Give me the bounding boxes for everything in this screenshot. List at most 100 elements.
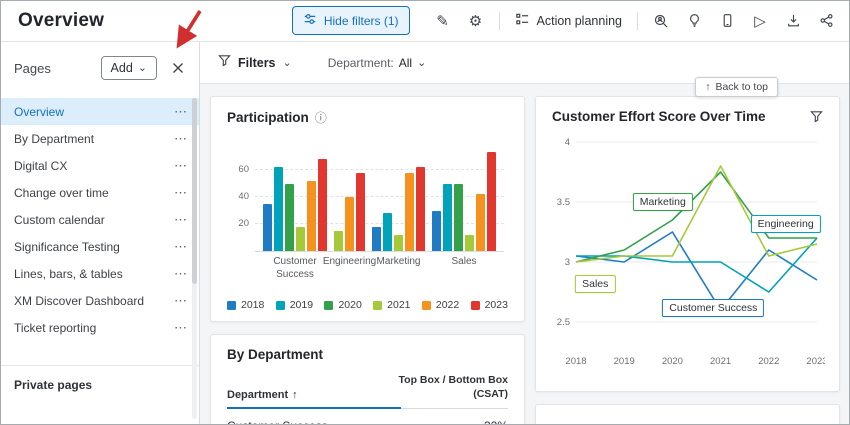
- more-menu-icon[interactable]: ⋯: [168, 293, 187, 309]
- legend-label: 2023: [485, 299, 508, 311]
- chevron-down-icon: ⌄: [138, 64, 147, 72]
- sidebar-scrollbar-thumb[interactable]: [192, 98, 197, 284]
- bar-group-sales: Sales: [432, 152, 496, 251]
- series-label-sales[interactable]: Sales: [575, 275, 615, 293]
- share-icon[interactable]: [816, 10, 836, 32]
- bar-2019[interactable]: [443, 184, 452, 252]
- bar-2020[interactable]: [454, 184, 463, 252]
- bar-2018[interactable]: [263, 204, 272, 251]
- bar-2023[interactable]: [487, 152, 496, 251]
- bar-2023[interactable]: [356, 173, 365, 251]
- effort-card: Customer Effort Score Over Time 2.533.54…: [535, 96, 840, 392]
- sidebar-item-ticket-reporting[interactable]: Ticket reporting ⋯: [0, 314, 199, 341]
- department-filter[interactable]: Department: All ⌄: [328, 56, 427, 70]
- legend-item-2023[interactable]: 2023: [471, 299, 508, 311]
- legend-label: 2020: [338, 299, 361, 311]
- legend-item-2018[interactable]: 2018: [227, 299, 264, 311]
- bar-2022[interactable]: [476, 194, 485, 251]
- bar-category-label: Sales: [424, 256, 504, 269]
- svg-text:2023: 2023: [806, 356, 825, 367]
- more-menu-icon[interactable]: ⋯: [168, 212, 187, 228]
- chevron-down-icon: ⌄: [283, 59, 292, 67]
- bar-2023[interactable]: [416, 167, 425, 251]
- legend-item-2022[interactable]: 2022: [422, 299, 459, 311]
- sorted-column-indicator: [227, 407, 401, 409]
- mobile-preview-icon[interactable]: [717, 10, 737, 32]
- sort-ascending-icon: ↑: [292, 389, 298, 401]
- sidebar-item-overview[interactable]: Overview ⋯: [0, 98, 199, 125]
- column-header-topbox[interactable]: Top Box / Bottom Box (CSAT): [388, 374, 508, 401]
- legend-label: 2022: [436, 299, 459, 311]
- legend-item-2019[interactable]: 2019: [276, 299, 313, 311]
- bar-2022[interactable]: [307, 181, 316, 251]
- legend-swatch: [276, 301, 285, 310]
- action-planning-button[interactable]: Action planning: [513, 12, 624, 30]
- bar-2021[interactable]: [394, 235, 403, 251]
- sidebar-scrollbar[interactable]: [192, 98, 197, 419]
- sidebar-item-change-over-time[interactable]: Change over time ⋯: [0, 179, 199, 206]
- bar-2019[interactable]: [274, 167, 283, 251]
- more-menu-icon[interactable]: ⋯: [168, 158, 187, 174]
- sidebar-item-custom-calendar[interactable]: Custom calendar ⋯: [0, 206, 199, 233]
- play-icon[interactable]: ▷: [750, 10, 770, 32]
- column-header-department[interactable]: Department ↑: [227, 389, 298, 401]
- bar-2019[interactable]: [383, 213, 392, 251]
- sidebar-item-significance-testing[interactable]: Significance Testing ⋯: [0, 233, 199, 260]
- bar-2018[interactable]: [432, 211, 441, 252]
- sidebar-item-by-department[interactable]: By Department ⋯: [0, 125, 199, 152]
- participation-card-title: Participation: [227, 110, 309, 125]
- bar-2023[interactable]: [318, 159, 327, 251]
- info-icon[interactable]: ⓘ: [315, 109, 327, 126]
- by-department-card: By Department Department ↑ Top Box / Bot…: [210, 334, 525, 425]
- legend-swatch: [422, 301, 431, 310]
- user-search-icon[interactable]: [651, 10, 671, 32]
- table-row[interactable]: Customer Success 32%: [227, 409, 508, 425]
- chevron-down-icon: ⌄: [417, 59, 426, 67]
- page-item-label: Significance Testing: [14, 240, 168, 254]
- bar-group-engineering: Engineering: [334, 173, 365, 251]
- more-menu-icon[interactable]: ⋯: [168, 320, 187, 336]
- pages-sidebar: Pages Add ⌄ Overview ⋯ By Department ⋯ D…: [0, 42, 200, 425]
- sidebar-item-lines-bars-tables[interactable]: Lines, bars, & tables ⋯: [0, 260, 199, 287]
- bar-2021[interactable]: [334, 231, 343, 251]
- bar-2022[interactable]: [405, 173, 414, 251]
- more-menu-icon[interactable]: ⋯: [168, 131, 187, 147]
- hide-filters-button[interactable]: Hide filters (1): [292, 6, 410, 35]
- download-export-icon[interactable]: [783, 10, 803, 32]
- department-filter-value: All: [399, 56, 412, 70]
- filters-label: Filters: [238, 56, 276, 70]
- legend-item-2020[interactable]: 2020: [324, 299, 361, 311]
- sidebar-item-digital-cx[interactable]: Digital CX ⋯: [0, 152, 199, 179]
- partially-visible-card: [535, 404, 840, 425]
- effort-filter-funnel-icon[interactable]: [810, 110, 823, 123]
- bar-2020[interactable]: [285, 184, 294, 252]
- private-pages-heading: Private pages: [0, 365, 199, 392]
- bar-2022[interactable]: [345, 197, 354, 251]
- header-toolbar: Hide filters (1) ✎ ⚙ Action planning ▷: [292, 6, 836, 35]
- idea-lightbulb-icon[interactable]: [684, 10, 704, 32]
- sidebar-item-xm-discover-dashboard[interactable]: XM Discover Dashboard ⋯: [0, 287, 199, 314]
- more-menu-icon[interactable]: ⋯: [168, 185, 187, 201]
- svg-text:3: 3: [565, 257, 570, 268]
- bar-2021[interactable]: [296, 227, 305, 251]
- series-label-marketing[interactable]: Marketing: [633, 193, 693, 211]
- bar-2021[interactable]: [465, 235, 474, 251]
- bar-ytick-label: 60: [229, 164, 249, 175]
- unpin-sidebar-icon[interactable]: [169, 59, 187, 77]
- more-menu-icon[interactable]: ⋯: [168, 266, 187, 282]
- more-menu-icon[interactable]: ⋯: [168, 239, 187, 255]
- page-item-label: Lines, bars, & tables: [14, 267, 168, 281]
- participation-card: Participation ⓘ 204060Customer SuccessEn…: [210, 96, 525, 322]
- series-label-engineering[interactable]: Engineering: [751, 215, 821, 233]
- table-header-row: Department ↑ Top Box / Bottom Box (CSAT): [227, 374, 508, 409]
- bar-2018[interactable]: [372, 227, 381, 251]
- legend-item-2021[interactable]: 2021: [373, 299, 410, 311]
- participation-plot: 204060Customer SuccessEngineeringMarketi…: [255, 144, 504, 252]
- edit-dashboard-icon[interactable]: ✎: [433, 10, 453, 32]
- back-to-top-button[interactable]: ↑ Back to top: [695, 77, 778, 97]
- filters-dropdown[interactable]: Filters ⌄: [218, 54, 292, 72]
- settings-gear-icon[interactable]: ⚙: [466, 10, 486, 32]
- series-label-customer-success[interactable]: Customer Success: [662, 299, 764, 317]
- more-menu-icon[interactable]: ⋯: [168, 104, 187, 120]
- add-page-button[interactable]: Add ⌄: [101, 56, 157, 80]
